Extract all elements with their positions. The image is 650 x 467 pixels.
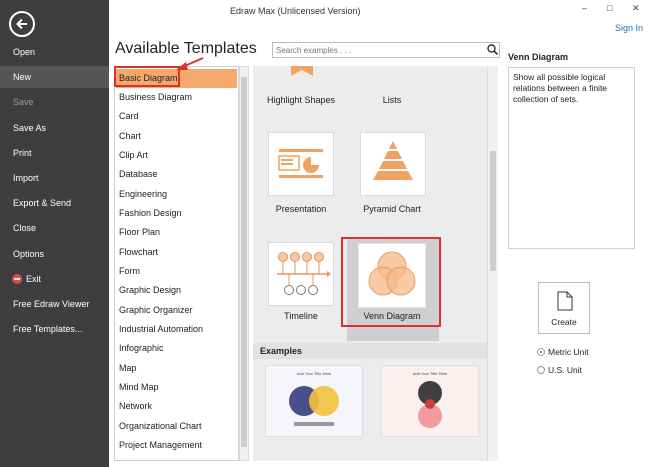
us-unit-radio[interactable]	[537, 366, 545, 374]
new-document-icon	[557, 291, 573, 311]
create-button-label: Create	[551, 317, 577, 327]
template-presentation[interactable]: Presentation	[259, 127, 343, 222]
template-highlight-shapes[interactable]: Highlight Shapes	[259, 66, 343, 112]
timeline-thumb	[268, 242, 334, 306]
presentation-icon	[278, 149, 323, 178]
template-highlight-shapes-label: Highlight Shapes	[266, 95, 336, 105]
example-2-venn-image	[418, 381, 442, 428]
template-lists[interactable]: Lists	[350, 66, 434, 112]
timeline-icon	[277, 252, 331, 295]
highlight-shapes-thumb-icon	[291, 66, 313, 76]
highlight-box-venn-diagram	[341, 237, 441, 327]
example-1-title: Add Your Title Here	[296, 371, 332, 376]
pyramid-chart-thumb	[360, 132, 426, 196]
template-lists-label: Lists	[382, 95, 402, 105]
example-2-title: Add Your Title Here	[412, 371, 448, 376]
description-box: Show all possible logical relations betw…	[508, 67, 635, 249]
example-thumb-2[interactable]: Add Your Title Here	[381, 365, 479, 437]
template-scrollbar-thumb[interactable]	[490, 151, 496, 271]
description-text: Show all possible logical relations betw…	[513, 72, 608, 104]
description-title: Venn Diagram	[508, 52, 569, 62]
template-pyramid-chart[interactable]: Pyramid Chart	[350, 127, 434, 222]
template-presentation-label: Presentation	[275, 204, 327, 214]
template-scrollbar[interactable]	[487, 66, 498, 461]
create-button[interactable]: Create	[538, 282, 590, 334]
template-pyramid-chart-label: Pyramid Chart	[363, 204, 421, 214]
template-timeline-label: Timeline	[284, 311, 318, 321]
metric-unit-label[interactable]: Metric Unit	[548, 347, 589, 357]
pyramid-icon	[373, 141, 413, 180]
example-1-venn-image	[289, 386, 339, 426]
presentation-thumb	[268, 132, 334, 196]
examples-header: Examples	[253, 343, 487, 359]
us-unit-label[interactable]: U.S. Unit	[548, 365, 582, 375]
template-timeline[interactable]: Timeline	[259, 238, 343, 333]
metric-unit-radio[interactable]	[537, 348, 545, 356]
example-thumb-1[interactable]: Add Your Title Here	[265, 365, 363, 437]
